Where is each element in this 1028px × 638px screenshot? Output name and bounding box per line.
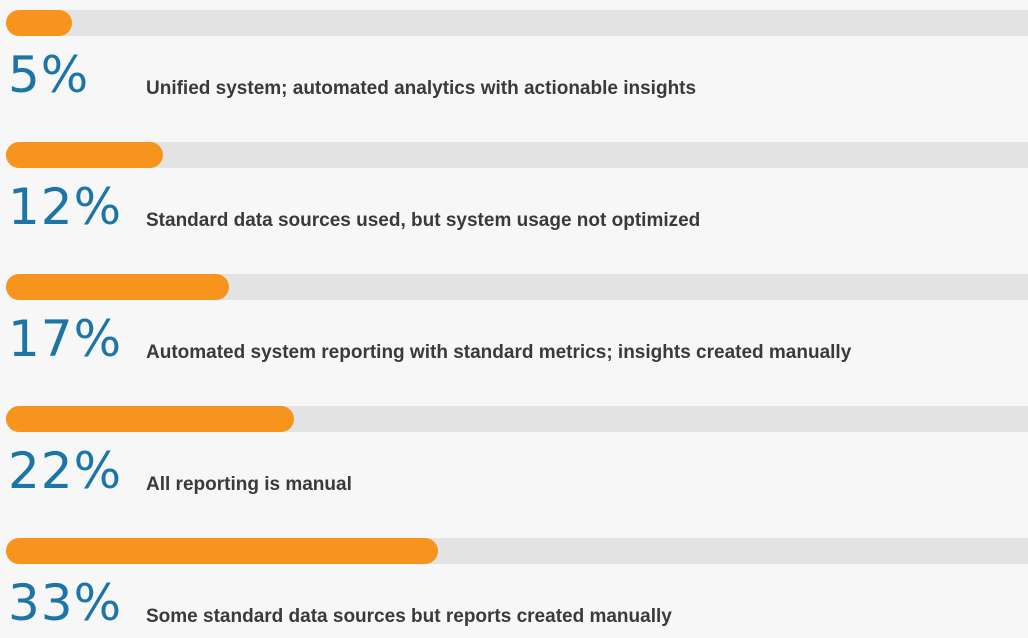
percent-value: 22%: [8, 442, 123, 500]
bar-track: [6, 406, 1028, 432]
percent-value: 33%: [8, 574, 123, 632]
bar-fill: [6, 10, 72, 36]
bar-track: [6, 142, 1028, 168]
bar-row: 12% Standard data sources used, but syst…: [0, 142, 1028, 242]
row-description: Unified system; automated analytics with…: [146, 78, 697, 99]
bar-row: 33% Some standard data sources but repor…: [0, 538, 1028, 638]
row-description: Automated system reporting with standard…: [146, 342, 852, 363]
bar-track: [6, 274, 1028, 300]
bar-fill: [6, 538, 439, 564]
bar-fill: [6, 274, 229, 300]
row-description: Some standard data sources but reports c…: [146, 606, 672, 627]
bar-track: [6, 538, 1028, 564]
bar-fill: [6, 142, 164, 168]
bar-row: 5% Unified system; automated analytics w…: [0, 10, 1028, 110]
percent-value: 17%: [8, 310, 123, 368]
bar-row: 17% Automated system reporting with stan…: [0, 274, 1028, 374]
percent-value: 5%: [8, 46, 90, 104]
row-description: All reporting is manual: [146, 474, 352, 495]
bar-track: [6, 10, 1028, 36]
row-description: Standard data sources used, but system u…: [146, 210, 701, 231]
percent-value: 12%: [8, 178, 123, 236]
bar-row: 22% All reporting is manual: [0, 406, 1028, 506]
bar-fill: [6, 406, 295, 432]
